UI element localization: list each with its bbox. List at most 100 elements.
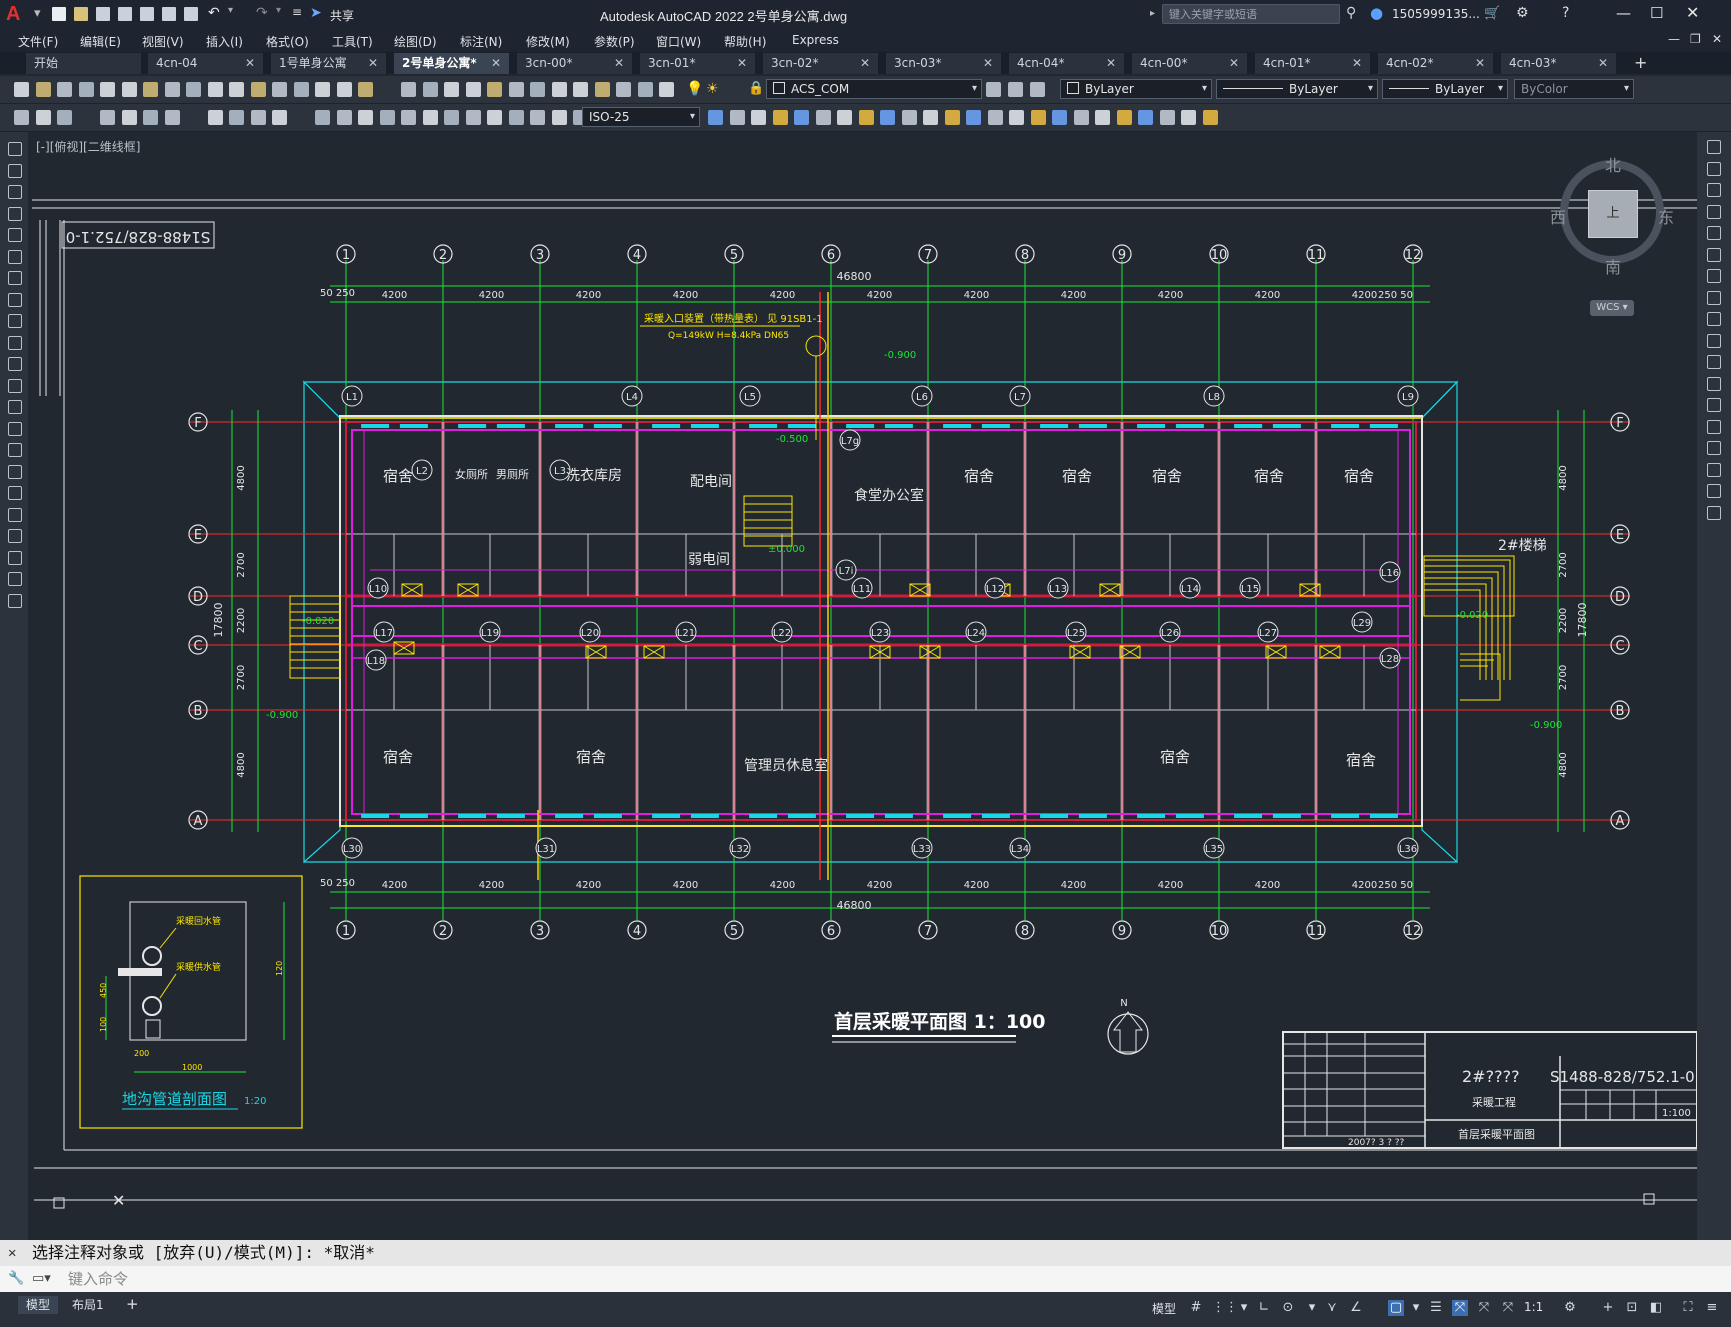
left-draw-tool-icon[interactable] <box>8 507 22 522</box>
compass-north-label[interactable]: 北 <box>1605 152 1621 176</box>
menu-view[interactable]: 视图(V) <box>142 33 184 50</box>
tab-close-icon[interactable]: ✕ <box>368 53 378 74</box>
clean-screen-icon[interactable]: ⛶ <box>1680 1300 1696 1316</box>
toolbar-tool-icon[interactable] <box>401 82 416 97</box>
tab-file[interactable]: 3cn-00* ✕ <box>517 53 633 74</box>
left-draw-tool-icon[interactable] <box>8 464 22 479</box>
doc-close-icon[interactable]: ✕ <box>1712 32 1722 46</box>
drawing-canvas[interactable]: [-][俯视][二维线框] S1488-828/752.1-0 ✕ 1 1 42… <box>28 132 1697 1240</box>
draw-tool-icon[interactable] <box>121 110 137 125</box>
menu-help[interactable]: 帮助(H) <box>724 33 766 50</box>
tab-close-icon[interactable]: ✕ <box>860 53 870 74</box>
snap-dropdown-icon[interactable]: ▾ <box>1236 1300 1252 1316</box>
tab-close-icon[interactable]: ✕ <box>983 53 993 74</box>
color-dropdown[interactable]: ByLayer ▾ <box>1060 79 1212 99</box>
compass-south-label[interactable]: 南 <box>1605 254 1621 278</box>
cart-icon[interactable]: 🛒 <box>1484 6 1500 21</box>
toolbar-tool-icon[interactable] <box>186 82 201 97</box>
tab-close-icon[interactable]: ✕ <box>1475 53 1485 74</box>
viewcube[interactable]: 上 北 南 东 西 <box>1550 152 1674 277</box>
annotation-scale-icon[interactable]: ⤧ <box>1452 1300 1468 1316</box>
model-space-button[interactable]: 模型 <box>1152 1300 1176 1317</box>
toolbar-tool-icon[interactable] <box>616 82 631 97</box>
save-web-icon[interactable] <box>162 7 176 21</box>
plotstyle-dropdown[interactable]: ByColor ▾ <box>1514 79 1634 99</box>
toolbar-tool-icon[interactable] <box>57 82 72 97</box>
draw-tool-icon[interactable] <box>379 110 395 125</box>
modify-tool-icon[interactable] <box>729 110 745 125</box>
ortho-icon[interactable]: ∟ <box>1256 1300 1272 1316</box>
right-modify-tool-icon[interactable] <box>1707 419 1721 434</box>
left-draw-tool-icon[interactable] <box>8 378 22 393</box>
modify-tool-icon[interactable] <box>1202 110 1218 125</box>
modify-tool-icon[interactable] <box>1159 110 1175 125</box>
workspace-gear-icon[interactable]: ⚙ <box>1562 1300 1578 1316</box>
right-modify-tool-icon[interactable] <box>1707 441 1721 455</box>
open-web-icon[interactable] <box>140 7 154 21</box>
share-icon[interactable]: ➤ <box>310 5 322 21</box>
draw-tool-icon[interactable] <box>100 110 115 125</box>
polar-dropdown-icon[interactable]: ▾ <box>1304 1300 1320 1316</box>
toolbar-tool-icon[interactable] <box>465 82 481 97</box>
toolbar-tool-icon[interactable] <box>143 82 158 97</box>
layer-dropdown[interactable]: ACS_COM ▾ <box>766 79 982 99</box>
right-modify-tool-icon[interactable] <box>1707 376 1721 391</box>
layer-thaw-sun-icon[interactable]: ☀ <box>706 81 719 97</box>
toolbar-tool-icon[interactable] <box>659 82 674 97</box>
draw-tool-icon[interactable] <box>35 110 51 125</box>
left-draw-tool-icon[interactable] <box>8 206 22 221</box>
toolbar-tool-icon[interactable] <box>315 82 330 97</box>
draw-tool-icon[interactable] <box>401 110 416 125</box>
modify-tool-icon[interactable] <box>815 110 831 125</box>
toolbar-tool-icon[interactable] <box>78 82 94 97</box>
annotation-scale-value[interactable]: 1:1 <box>1524 1300 1543 1314</box>
modify-tool-icon[interactable] <box>944 110 960 125</box>
tab-file-active[interactable]: 2号单身公寓* ✕ <box>394 53 510 74</box>
new-tab-plus-icon[interactable]: + <box>1634 53 1647 72</box>
right-modify-tool-icon[interactable] <box>1707 333 1721 348</box>
modify-tool-icon[interactable] <box>880 110 895 125</box>
left-draw-tool-icon[interactable] <box>8 249 22 264</box>
right-modify-tool-icon[interactable] <box>1707 355 1721 369</box>
menu-file[interactable]: 文件(F) <box>18 33 58 50</box>
tab-close-icon[interactable]: ✕ <box>614 53 624 74</box>
user-name[interactable]: 1505999135... <box>1392 7 1480 21</box>
annotation-autoscale-icon[interactable]: ⤧ <box>1500 1300 1516 1316</box>
object-snap-icon[interactable]: ▢ <box>1388 1300 1404 1316</box>
menu-parametric[interactable]: 参数(P) <box>594 33 635 50</box>
toolbar-tool-icon[interactable] <box>530 82 545 97</box>
help-icon[interactable]: ? <box>1562 5 1569 21</box>
toolbar-tool-icon[interactable] <box>551 82 567 97</box>
menu-insert[interactable]: 插入(I) <box>206 33 243 50</box>
draw-tool-icon[interactable] <box>358 110 373 125</box>
tab-file[interactable]: 1号单身公寓 ✕ <box>271 53 387 74</box>
modify-tool-icon[interactable] <box>1009 110 1024 125</box>
tab-file[interactable]: 4cn-00* ✕ <box>1132 53 1248 74</box>
toolbar-tool-icon[interactable] <box>336 82 352 97</box>
open-file-icon[interactable] <box>74 7 88 21</box>
toolbar-tool-icon[interactable] <box>594 82 610 97</box>
tab-close-icon[interactable]: ✕ <box>1106 53 1116 74</box>
left-draw-tool-icon[interactable] <box>8 271 22 285</box>
new-file-icon[interactable] <box>52 7 66 21</box>
customization-menu-icon[interactable]: ≡ <box>1704 1300 1720 1316</box>
command-input[interactable]: 键入命令 <box>68 1266 128 1292</box>
right-modify-tool-icon[interactable] <box>1707 505 1721 520</box>
plot-icon[interactable] <box>184 7 198 21</box>
menu-draw[interactable]: 绘图(D) <box>394 33 437 50</box>
menu-window[interactable]: 窗口(W) <box>656 33 701 50</box>
left-draw-tool-icon[interactable] <box>8 357 22 371</box>
share-button[interactable]: 共享 <box>330 7 354 24</box>
modify-tool-icon[interactable] <box>987 110 1003 125</box>
search-icon[interactable]: ⚲ <box>1346 5 1356 21</box>
left-draw-tool-icon[interactable] <box>8 529 22 543</box>
model-tab[interactable]: 模型 <box>18 1296 59 1314</box>
toolbar-tool-icon[interactable] <box>207 82 223 97</box>
isometric-icon[interactable]: ⋎ <box>1324 1300 1340 1316</box>
toolbar-tool-icon[interactable] <box>121 82 137 97</box>
menu-express[interactable]: Express <box>792 33 839 47</box>
layout-tab[interactable]: 布局1 <box>64 1296 112 1314</box>
modify-tool-icon[interactable] <box>1052 110 1067 125</box>
draw-tool-icon[interactable] <box>422 110 438 125</box>
close-command-line-icon[interactable]: ✕ <box>8 1240 16 1266</box>
